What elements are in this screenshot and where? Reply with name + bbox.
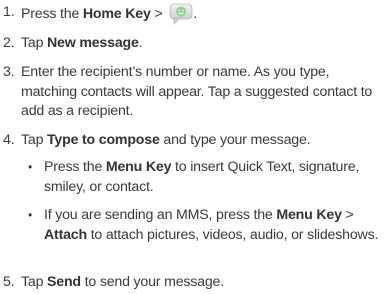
step-2: 2. Tap New message.: [3, 34, 386, 54]
step-number: 4.: [3, 132, 15, 148]
step-text: Enter the recipient’s number or name. As…: [21, 64, 373, 119]
step-text: Press the Home Key > .: [21, 3, 386, 25]
home-key-label: Home Key: [82, 6, 151, 22]
menu-key-label: Menu Key: [105, 159, 172, 175]
step-5: 5. Tap Send to send your message.: [3, 273, 386, 293]
bullet-text: Press the Menu Key to insert Quick Text,…: [44, 158, 386, 197]
step-3: 3. Enter the recipient’s number or name.…: [3, 63, 386, 122]
step-text-segment: Tap: [21, 35, 48, 51]
menu-key-label: Menu Key: [276, 207, 342, 223]
attach-label: Attach: [44, 226, 87, 243]
bullet-symbol: •: [28, 160, 33, 174]
bullet-text: If you are sending an MMS, press the Men…: [44, 206, 386, 245]
bullet-text-segment: to attach pictures, videos, audio, or sl…: [86, 226, 379, 243]
step-text-segment: and type your message.: [159, 132, 311, 148]
messaging-app-icon: [169, 3, 193, 25]
step-text-segment: .: [138, 35, 143, 51]
step-number: 5.: [3, 274, 15, 290]
new-message-label: New message: [47, 35, 139, 51]
step-text: Tap New message.: [21, 34, 386, 54]
step-number: 1.: [3, 4, 15, 20]
step-text-segment: to send your message.: [80, 274, 225, 290]
step-text-segment: Tap: [21, 274, 48, 290]
step-text: Tap Type to compose and type your messag…: [21, 131, 386, 151]
step-text-segment: .: [193, 6, 197, 22]
bullet-symbol: •: [28, 208, 33, 222]
bullet-text-segment: Press the: [44, 159, 106, 175]
bullet-text-segment: If you are sending an MMS, press the: [44, 207, 277, 223]
step-text-segment: >: [150, 6, 167, 22]
step-text-segment: Tap: [21, 132, 48, 148]
type-to-compose-label: Type to compose: [47, 132, 160, 148]
step-text-segment: Press the: [21, 6, 83, 22]
instructions-page: 1. Press the Home Key > . 2. Tap New mes…: [0, 0, 388, 294]
step-number: 2.: [3, 35, 15, 51]
step-1: 1. Press the Home Key > .: [3, 3, 386, 25]
send-label: Send: [47, 274, 81, 290]
bullet-item-1: • Press the Menu Key to insert Quick Tex…: [28, 158, 386, 197]
bullet-text-segment: >: [341, 207, 354, 223]
step-number: 3.: [3, 64, 15, 80]
bullet-item-2: • If you are sending an MMS, press the M…: [28, 206, 386, 245]
step-4: 4. Tap Type to compose and type your mes…: [3, 131, 386, 151]
step-text: Tap Send to send your message.: [21, 273, 386, 293]
